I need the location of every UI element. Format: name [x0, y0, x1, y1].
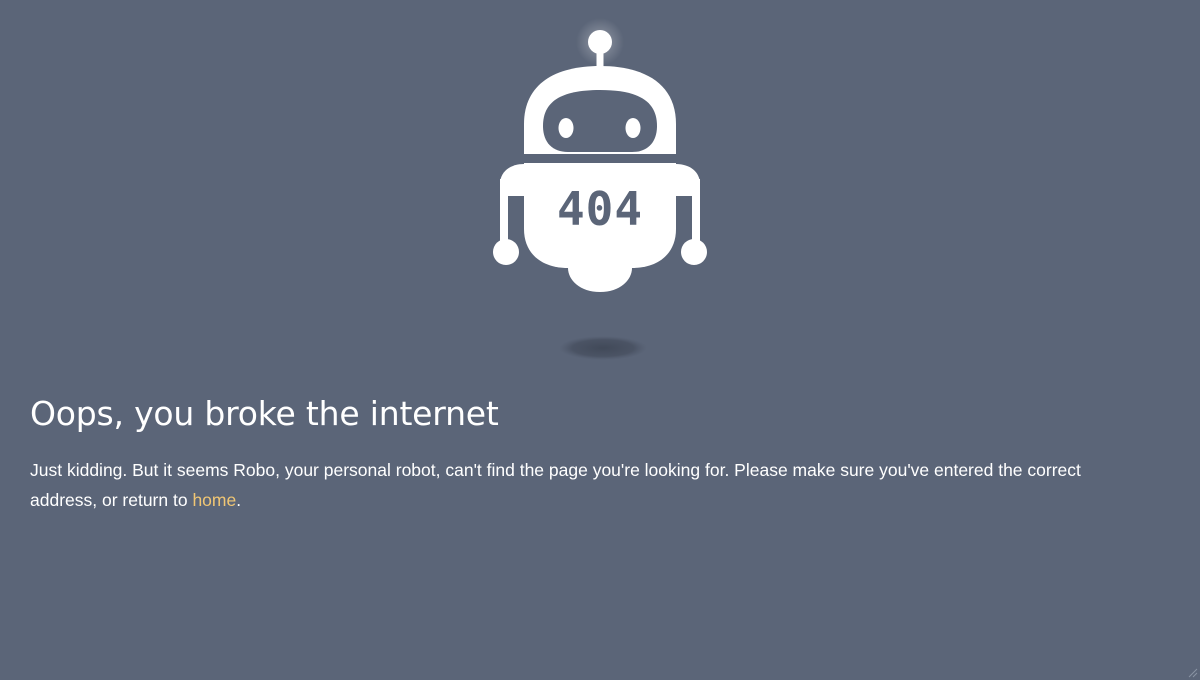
- robot-left-hand-icon: [493, 239, 519, 265]
- message-punctuation: .: [236, 490, 242, 510]
- message-text: Just kidding. But it seems Robo, your pe…: [30, 460, 1081, 510]
- robot-right-hand-icon: [681, 239, 707, 265]
- robot-shadow: [559, 336, 647, 360]
- robot-right-arm: [692, 179, 700, 244]
- page-title: Oops, you broke the internet: [30, 394, 499, 433]
- robot-icon: 404: [493, 18, 707, 360]
- robot-code-label: 404: [557, 182, 643, 236]
- error-content: Oops, you broke the internet Just kiddin…: [30, 392, 1170, 515]
- robot-base: [568, 268, 632, 292]
- error-message: Just kidding. But it seems Robo, your pe…: [30, 455, 1130, 515]
- home-link[interactable]: home: [192, 490, 236, 510]
- robot-left-eye-icon: [558, 118, 574, 138]
- robot-neck: [524, 154, 676, 163]
- robot-visor: [543, 90, 657, 152]
- robot-illustration: 404: [480, 14, 720, 364]
- robot-right-eye-icon: [625, 118, 641, 138]
- resize-grip-icon[interactable]: [1188, 668, 1198, 678]
- robot-left-arm: [500, 179, 508, 244]
